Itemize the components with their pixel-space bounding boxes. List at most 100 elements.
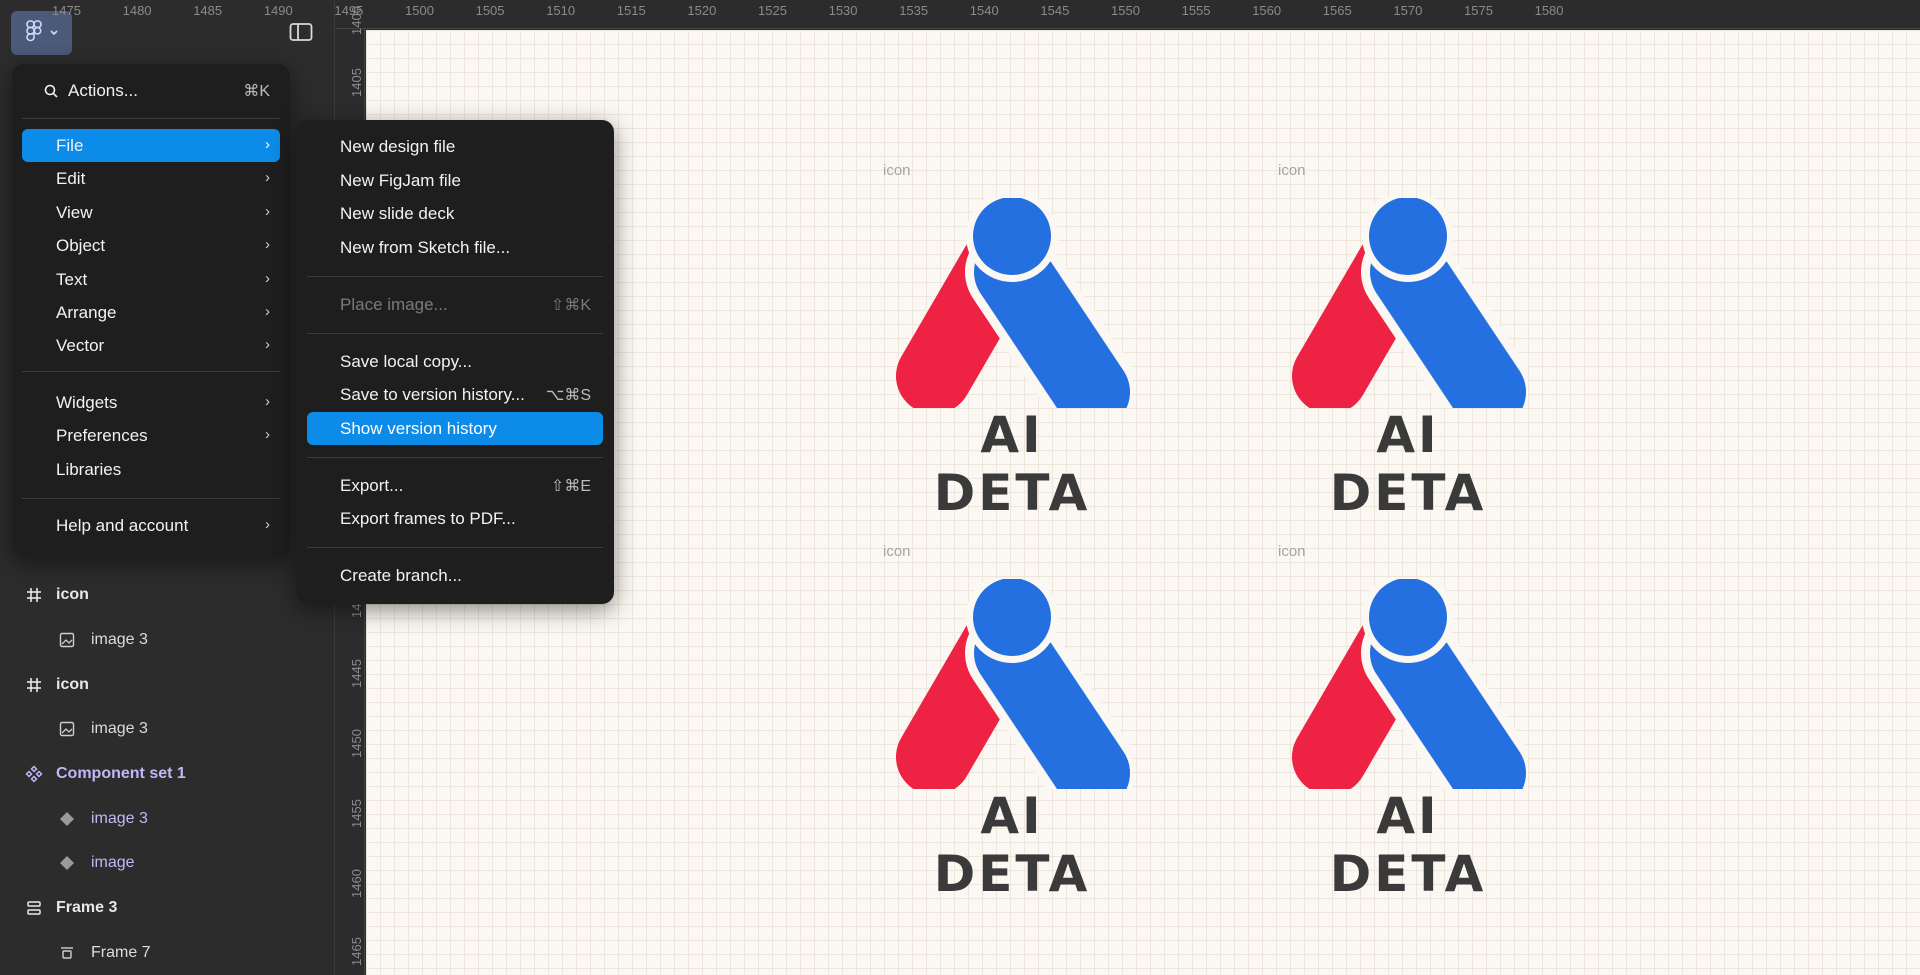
ruler-tick-label: 1560 [1252,3,1282,18]
menu-item-object[interactable]: Object › [22,229,280,262]
submenu-item-show-version-history[interactable]: Show version history [307,412,603,445]
ruler-tick-label: 1555 [1181,3,1211,18]
menu-item-label: Widgets [56,392,118,412]
submenu-item-create-branch[interactable]: Create branch... [307,559,603,592]
submenu-item-label: Place image... [340,294,448,314]
variant-icon [57,809,77,829]
ruler-tick-label: 1490 [263,3,293,18]
menu-item-preferences[interactable]: Preferences › [22,419,280,452]
menu-item-label: Vector [56,335,105,355]
shortcut-label: ⇧⌘E [550,477,591,495]
logo-mark-icon [896,198,1132,408]
frame-label[interactable]: icon [1278,543,1306,560]
search-icon [44,84,58,98]
submenu-item-label: Show version history [340,418,497,438]
submenu-item-label: New design file [340,136,456,156]
frame-label[interactable]: icon [883,162,911,179]
shortcut-label: ⌥⌘S [545,386,591,404]
ruler-tick-label: 1575 [1464,3,1493,18]
menu-item-label: Preferences [56,425,148,445]
layer-name: image [91,854,135,871]
menu-item-arrange[interactable]: Arrange › [22,296,280,329]
ai-deta-logo[interactable]: AI DETA [892,198,1132,522]
logo-mark-icon [896,579,1132,789]
logo-wordmark: AI DETA [1329,787,1487,903]
submenu-item-new-slide-deck[interactable]: New slide deck [307,197,603,230]
layer-name: Frame 3 [56,899,118,916]
menu-item-help-and-account[interactable]: Help and account › [22,509,280,542]
actions-label: Actions... [68,80,138,100]
ruler-tick-label: 1400 [349,6,364,35]
component-set-icon [24,764,44,784]
menu-item-file[interactable]: File › [22,129,280,162]
logo-mark-icon [1292,579,1528,789]
figma-logo-icon [25,19,43,47]
submenu-item-new-design-file[interactable]: New design file [307,130,603,163]
layer-row[interactable]: Component set 1 [0,752,335,796]
shortcut-label: ⌘K [243,82,270,100]
submenu-item-export-frames-to-pdf[interactable]: Export frames to PDF... [307,502,603,535]
submenu-item-new-from-sketch-file[interactable]: New from Sketch file... [307,231,603,264]
layer-row[interactable]: image 3 [0,618,335,662]
submenu-item-export[interactable]: Export... ⇧⌘E [307,469,603,502]
layer-row[interactable]: image 3 [0,797,335,841]
layer-row[interactable]: image [0,841,335,885]
ruler-tick-label: 1500 [405,3,434,18]
submenu-item-save-to-version-history[interactable]: Save to version history... ⌥⌘S [307,378,603,411]
chevron-right-icon: › [265,270,270,287]
ruler-tick-label: 1540 [969,3,999,18]
submenu-item-label: Create branch... [340,565,462,585]
layer-row[interactable]: icon [0,663,335,707]
logo-wordmark: AI DETA [933,787,1091,903]
menu-item-widgets[interactable]: Widgets › [22,386,280,419]
submenu-item-label: New slide deck [340,203,455,223]
ruler-tick-label: 1450 [349,729,364,758]
ruler-tick-label: 1485 [193,3,223,18]
ruler-tick-label: 1465 [349,937,364,966]
menu-item-label: View [56,202,93,222]
layer-name: icon [56,676,89,693]
menu-item-libraries[interactable]: Libraries [22,453,280,486]
menu-item-label: File [56,135,84,155]
ruler-tick-label: 1455 [349,799,364,828]
menu-item-label: Arrange [56,302,117,322]
ai-deta-logo[interactable]: AI DETA [1288,198,1528,522]
menu-item-vector[interactable]: Vector › [22,329,280,362]
ai-deta-logo[interactable]: AI DETA [892,579,1132,903]
submenu-item-label: New FigJam file [340,170,461,190]
chevron-down-icon [49,24,59,42]
ruler-tick-label: 1505 [475,3,505,18]
logo-wordmark: AI DETA [1329,406,1487,522]
menu-item-edit[interactable]: Edit › [22,162,280,195]
shortcut-label: ⇧⌘K [550,296,591,314]
frame-icon [24,585,44,605]
ruler-tick-label: 1475 [52,3,81,18]
actions-search[interactable]: Actions... ⌘K [22,74,280,107]
panel-toggle-icon[interactable] [289,22,313,42]
ruler-tick-label: 1405 [349,68,364,97]
ruler-tick-label: 1445 [349,659,364,688]
auto-layout-icon [57,943,77,963]
file-submenu: New design file New FigJam file New slide … [296,120,614,604]
chevron-right-icon: › [265,203,270,220]
menu-item-label: Help and account [56,515,189,535]
layer-row[interactable]: Frame 7 [0,931,335,975]
auto-layout-icon [24,898,44,918]
layer-name: image 3 [91,631,148,648]
frame-label[interactable]: icon [1278,162,1306,179]
submenu-item-new-figjam-file[interactable]: New FigJam file [307,164,603,197]
frame-label[interactable]: icon [883,543,911,560]
layer-row[interactable]: image 3 [0,707,335,751]
submenu-item-save-local-copy[interactable]: Save local copy... [307,345,603,378]
menu-divider [307,457,603,458]
chevron-right-icon: › [265,136,270,153]
ruler-tick-label: 1520 [687,3,717,18]
submenu-item-label: Save local copy... [340,351,472,371]
layer-row[interactable]: Frame 3 [0,886,335,930]
frame-icon [24,675,44,695]
layer-row[interactable]: icon [0,573,335,617]
ai-deta-logo[interactable]: AI DETA [1288,579,1528,903]
ruler-tick-label: 1570 [1393,3,1423,18]
menu-item-view[interactable]: View › [22,196,280,229]
menu-item-text[interactable]: Text › [22,263,280,296]
